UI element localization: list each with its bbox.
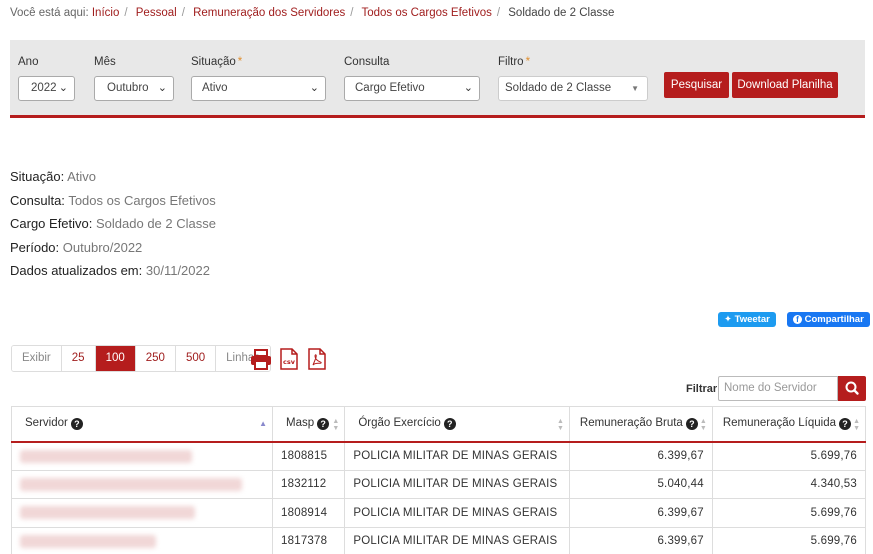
chevron-down-icon: ⌄ [58, 82, 68, 94]
masp-cell: 1832112 [272, 469, 346, 499]
breadcrumb-link-pessoal[interactable]: Pessoal [136, 7, 177, 19]
bruta-cell: 6.399,67 [568, 526, 713, 554]
servidor-name-redacted [10, 469, 274, 499]
servidor-name-redacted [10, 498, 274, 528]
servidores-table: Servidor? ▲ Masp? ▲ ▼ Órgão Exercício? ▲ ▼… [10, 406, 867, 554]
page-length-500[interactable]: 500 [175, 346, 217, 371]
liquida-cell: 5.699,76 [711, 526, 867, 554]
ano-select[interactable]: 2022 ⌄ [18, 76, 75, 101]
filtro-label: Filtro * [498, 56, 531, 68]
consulta-select[interactable]: Cargo Efetivo ⌄ [344, 76, 480, 101]
masp-cell: 1808914 [272, 498, 346, 528]
ano-label: Ano [18, 56, 39, 68]
info-situacao: Situação: Ativo [10, 169, 97, 184]
consulta-label: Consulta [344, 56, 390, 68]
search-button[interactable] [838, 376, 866, 401]
table-row[interactable]: 1817378 POLICIA MILITAR DE MINAS GERAIS … [10, 526, 867, 554]
ano-filter: Ano 2022 ⌄ [18, 56, 75, 101]
filtro-filter: Filtro * Soldado de 2 Classe ▼ [498, 56, 648, 101]
breadcrumb-link-remuneracao[interactable]: Remuneração dos Servidores [193, 7, 345, 19]
info-cargo: Cargo Efetivo: Soldado de 2 Classe [10, 216, 216, 231]
breadcrumb-prefix: Você está aqui: [10, 7, 89, 19]
page-length-100[interactable]: 100 [95, 346, 136, 371]
help-icon[interactable]: ? [839, 418, 851, 431]
breadcrumb: Você está aqui: Início / Pessoal / Remuner… [10, 7, 615, 19]
info-periodo: Período: Outubro/2022 [10, 239, 143, 255]
info-consulta: Consulta: Todos os Cargos Efetivos [10, 192, 216, 208]
masp-cell: 1817378 [272, 526, 346, 554]
help-icon[interactable]: ? [317, 418, 330, 431]
download-planilha-button[interactable]: Download Planilha [732, 72, 838, 98]
csv-icon[interactable]: csv [278, 348, 300, 370]
tweet-button[interactable]: ✦ Tweetar [718, 312, 776, 327]
table-row[interactable]: 1808815 POLICIA MILITAR DE MINAS GERAIS … [10, 441, 867, 471]
search-icon [845, 381, 859, 395]
liquida-cell: 4.340,53 [711, 469, 867, 499]
chevron-down-icon: ⌄ [463, 82, 473, 94]
sort-icon: ▲ ▼ [853, 418, 860, 432]
chevron-down-icon: ⌄ [309, 82, 319, 94]
facebook-icon: f [793, 315, 802, 324]
breadcrumb-link-cargos[interactable]: Todos os Cargos Efetivos [361, 7, 491, 19]
servidor-search-input[interactable]: Nome do Servidor [718, 376, 838, 401]
help-icon[interactable]: ? [70, 418, 83, 431]
filtro-select[interactable]: Soldado de 2 Classe ▼ [498, 76, 648, 101]
situacao-label: Situação * [191, 56, 243, 68]
consulta-filter: Consulta Cargo Efetivo ⌄ [344, 56, 480, 101]
table-row[interactable]: 1808914 POLICIA MILITAR DE MINAS GERAIS … [10, 498, 867, 528]
breadcrumb-link-inicio[interactable]: Início [92, 7, 120, 19]
servidor-name-redacted [10, 441, 274, 471]
table-row[interactable]: 1832112 POLICIA MILITAR DE MINAS GERAIS … [10, 469, 867, 499]
pdf-icon[interactable] [306, 348, 328, 370]
orgao-cell: POLICIA MILITAR DE MINAS GERAIS [344, 526, 570, 554]
col-orgao[interactable]: Órgão Exercício? ▲ ▼ [344, 406, 570, 443]
print-icon[interactable] [250, 348, 272, 370]
table-header-row: Servidor? ▲ Masp? ▲ ▼ Órgão Exercício? ▲ ▼… [10, 406, 867, 443]
liquida-cell: 5.699,76 [711, 498, 867, 528]
export-icons: csv [250, 348, 328, 370]
page-length-selector: Exibir 25 100 250 500 Linhas [11, 345, 272, 372]
twitter-icon: ✦ [724, 314, 732, 325]
mes-label: Mês [94, 56, 116, 68]
pesquisar-button[interactable]: Pesquisar [664, 72, 729, 98]
sort-icon: ▲ ▼ [699, 418, 707, 432]
info-block: Situação: Ativo Consulta: Todos os Cargo… [10, 165, 216, 283]
svg-text:csv: csv [283, 358, 296, 366]
bruta-cell: 6.399,67 [568, 441, 713, 471]
orgao-cell: POLICIA MILITAR DE MINAS GERAIS [344, 441, 570, 471]
mes-select[interactable]: Outubro ⌄ [94, 76, 174, 101]
page-length-25[interactable]: 25 [61, 346, 96, 371]
servidor-name-redacted [10, 526, 274, 554]
sort-asc-icon: ▲ [259, 419, 268, 428]
orgao-cell: POLICIA MILITAR DE MINAS GERAIS [344, 469, 570, 499]
page-length-250[interactable]: 250 [135, 346, 176, 371]
exibir-label: Exibir [12, 346, 62, 371]
filter-panel: Ano 2022 ⌄ Mês Outubro ⌄ Situação * Ativo… [10, 40, 865, 118]
sort-icon: ▲ ▼ [332, 418, 340, 432]
col-remuneracao-liquida[interactable]: Remuneração Líquida? ▲ ▼ [711, 406, 867, 443]
bruta-cell: 5.040,44 [568, 469, 713, 499]
help-icon[interactable]: ? [685, 418, 698, 431]
masp-cell: 1808815 [272, 441, 346, 471]
sort-icon: ▲ ▼ [556, 418, 564, 432]
help-icon[interactable]: ? [443, 418, 456, 431]
col-masp[interactable]: Masp? ▲ ▼ [272, 406, 346, 443]
filtrar-label: Filtrar: [686, 383, 721, 395]
caret-down-icon: ▼ [631, 84, 639, 93]
chevron-down-icon: ⌄ [157, 82, 167, 94]
bruta-cell: 6.399,67 [568, 498, 713, 528]
orgao-cell: POLICIA MILITAR DE MINAS GERAIS [344, 498, 570, 528]
situacao-filter: Situação * Ativo ⌄ [191, 56, 326, 101]
situacao-select[interactable]: Ativo ⌄ [191, 76, 326, 101]
liquida-cell: 5.699,76 [711, 441, 867, 471]
facebook-share-button[interactable]: f Compartilhar [787, 312, 870, 327]
breadcrumb-current: Soldado de 2 Classe [508, 7, 615, 19]
col-servidor[interactable]: Servidor? ▲ [10, 406, 274, 443]
mes-filter: Mês Outubro ⌄ [94, 56, 174, 101]
info-atualizado: Dados atualizados em: 30/11/2022 [10, 263, 210, 278]
col-remuneracao-bruta[interactable]: Remuneração Bruta? ▲ ▼ [568, 406, 713, 443]
